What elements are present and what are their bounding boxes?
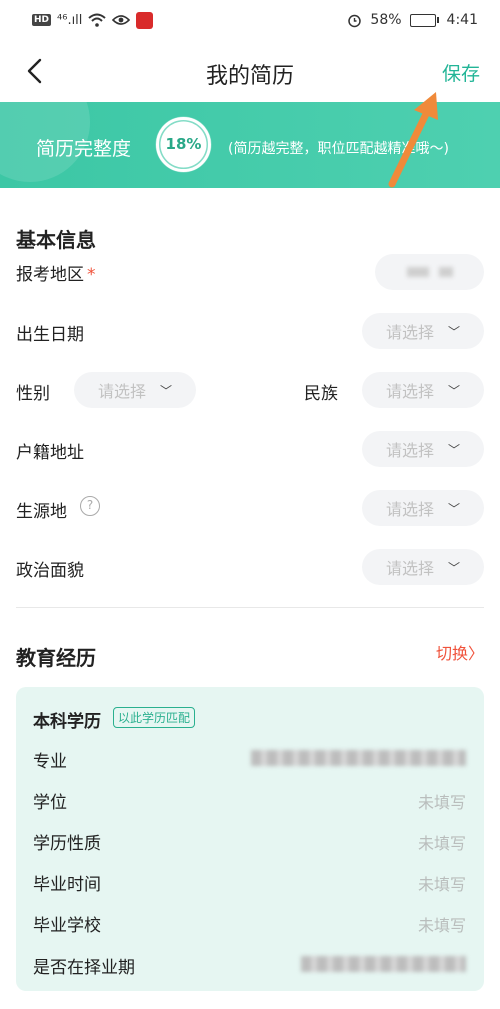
- app-notification-icon: [136, 11, 154, 29]
- school-label: 毕业学校: [33, 916, 101, 936]
- switch-button[interactable]: 切换〉: [436, 640, 484, 664]
- eye-icon: [112, 15, 131, 25]
- major-label: 专业: [33, 752, 67, 772]
- job-period-value-redacted: [301, 956, 466, 972]
- alarm-icon: [348, 14, 362, 27]
- education-type-value: 未填写: [417, 834, 466, 853]
- match-tag: 以此学历匹配: [113, 707, 196, 728]
- chevron-down-icon: ﹀: [160, 383, 173, 398]
- chevron-down-icon: ﹀: [448, 442, 461, 457]
- graduation-time-value: 未填写: [417, 875, 466, 894]
- status-bar: HD ⁴⁶.ıll 58% 4:41: [0, 0, 500, 40]
- battery-icon: [409, 13, 439, 27]
- politics-label: 政治面貌: [16, 561, 84, 581]
- domicile-label: 户籍地址: [16, 443, 84, 463]
- birth-date-select[interactable]: 请选择 ﹀: [362, 313, 484, 349]
- completeness-percent: 18%: [165, 135, 202, 153]
- education-type-label: 学历性质: [33, 834, 101, 854]
- job-period-label: 是否在择业期: [33, 958, 135, 978]
- region-value-redacted: [406, 267, 453, 277]
- birth-date-label: 出生日期: [16, 325, 84, 345]
- education-level: 本科学历: [33, 712, 101, 732]
- chevron-down-icon: ﹀: [448, 501, 461, 516]
- signal-icon: ⁴⁶.ıll: [57, 12, 83, 28]
- gender-select[interactable]: 请选择 ﹀: [74, 372, 196, 408]
- education-card[interactable]: 本科学历 以此学历匹配 专业 学位 未填写 学历性质 未填写 毕业时间 未填写 …: [16, 687, 484, 991]
- degree-label: 学位: [33, 793, 67, 813]
- school-value: 未填写: [417, 916, 466, 935]
- hd-badge: HD: [32, 14, 52, 26]
- help-icon[interactable]: ?: [80, 496, 100, 516]
- ethnicity-select[interactable]: 请选择 ﹀: [362, 372, 484, 408]
- battery-percent: 58%: [370, 12, 402, 28]
- domicile-select[interactable]: 请选择 ﹀: [362, 431, 484, 467]
- chevron-down-icon: ﹀: [448, 560, 461, 575]
- basic-info-title: 基本信息: [16, 228, 96, 252]
- degree-value: 未填写: [417, 793, 466, 812]
- chevron-down-icon: ﹀: [448, 324, 461, 339]
- clock-time: 4:41: [446, 12, 478, 28]
- graduation-time-label: 毕业时间: [33, 875, 101, 895]
- save-button[interactable]: 保存: [442, 59, 480, 86]
- wifi-icon: [88, 13, 107, 27]
- chevron-down-icon: ﹀: [448, 383, 461, 398]
- major-value-redacted: [251, 750, 466, 766]
- origin-label: 生源地: [16, 502, 67, 522]
- required-mark: *: [87, 265, 96, 285]
- ethnicity-label: 民族: [304, 384, 338, 404]
- education-title: 教育经历: [16, 646, 96, 670]
- gender-label: 性别: [16, 384, 50, 404]
- arrow-pointer-icon: [388, 92, 438, 188]
- chevron-right-icon: 〉: [467, 644, 484, 663]
- status-left: HD ⁴⁶.ıll: [32, 11, 154, 29]
- completeness-label: 简历完整度: [36, 138, 132, 160]
- status-right: 58% 4:41: [347, 12, 478, 28]
- region-label: 报考地区 *: [16, 265, 96, 285]
- section-divider: [16, 607, 484, 608]
- region-select[interactable]: [375, 254, 484, 290]
- politics-select[interactable]: 请选择 ﹀: [362, 549, 484, 585]
- page-title: 我的简历: [205, 64, 294, 89]
- origin-select[interactable]: 请选择 ﹀: [362, 490, 484, 526]
